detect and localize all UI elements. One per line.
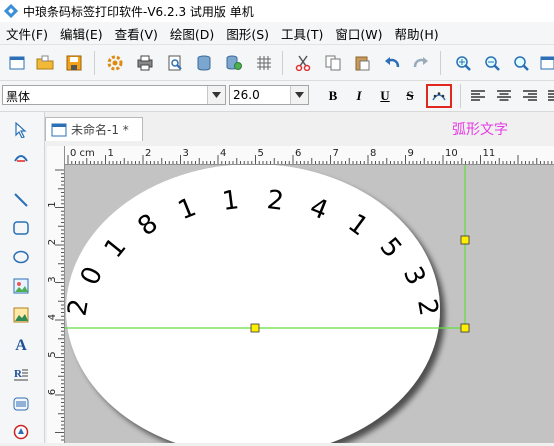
zoom-page-icon[interactable]	[537, 52, 554, 74]
ruler-label: 9	[408, 148, 414, 159]
menu-draw[interactable]: 绘图(D)	[164, 24, 220, 43]
app-logo-icon	[4, 4, 18, 18]
ruler-label: 7	[333, 148, 339, 159]
pan-icon[interactable]	[9, 146, 33, 170]
copy-icon[interactable]	[322, 52, 344, 74]
text-tool-icon[interactable]: A	[9, 334, 33, 358]
new-icon[interactable]	[6, 52, 28, 74]
resize-handle[interactable]	[460, 235, 470, 245]
resize-handle[interactable]	[460, 323, 470, 333]
cut-icon[interactable]	[292, 52, 314, 74]
tab-document[interactable]: 未命名-1 *	[45, 117, 143, 141]
tool-palette: A R	[0, 112, 45, 443]
menu-shape[interactable]: 图形(S)	[220, 24, 275, 43]
menu-view[interactable]: 查看(V)	[109, 24, 164, 43]
ellipse-tool-icon[interactable]	[9, 245, 33, 269]
pointer-icon[interactable]	[9, 118, 33, 142]
chevron-down-icon[interactable]	[290, 86, 308, 104]
ruler-label: 10	[445, 148, 458, 159]
design-canvas[interactable]: 201811241532	[65, 165, 554, 443]
ruler-label: 2	[145, 148, 151, 159]
print-preview-icon[interactable]	[164, 52, 186, 74]
title-bar: 中琅条码标签打印软件-V6.2.3 试用版 单机	[0, 0, 554, 22]
label-ellipse[interactable]	[66, 165, 440, 443]
font-size-value: 26.0	[233, 88, 260, 102]
zoom-in-icon[interactable]	[452, 52, 474, 74]
ruler-label: 4	[47, 314, 58, 320]
align-right-icon[interactable]	[520, 86, 540, 106]
line-tool-icon[interactable]	[9, 188, 33, 212]
svg-text:R: R	[14, 368, 23, 380]
main-toolbar	[0, 45, 554, 81]
save-icon[interactable]	[63, 52, 85, 74]
print-icon[interactable]	[134, 52, 156, 74]
ruler-label: 5	[47, 351, 58, 357]
menu-bar: 文件(F) 编辑(E) 查看(V) 绘图(D) 图形(S) 工具(T) 窗口(W…	[0, 22, 554, 45]
settings-icon[interactable]	[104, 52, 126, 74]
open-icon[interactable]	[34, 52, 56, 74]
align-center-icon[interactable]	[494, 86, 514, 106]
menu-window[interactable]: 窗口(W)	[329, 24, 388, 43]
database-icon[interactable]	[193, 52, 215, 74]
resize-handle[interactable]	[250, 323, 260, 333]
undo-icon[interactable]	[381, 52, 403, 74]
rectangle-tool-icon[interactable]	[9, 216, 33, 240]
ruler-label: 5	[258, 148, 264, 159]
arc-text-label: 弧形文字	[452, 122, 508, 138]
ruler-label: 2	[47, 239, 58, 245]
image-tool-icon[interactable]	[9, 274, 33, 298]
zoom-fit-icon[interactable]	[510, 52, 532, 74]
menu-file[interactable]: 文件(F)	[0, 24, 54, 43]
chevron-down-icon[interactable]	[207, 86, 225, 104]
align-justify-icon[interactable]	[543, 86, 554, 106]
ruler-label: 4	[220, 148, 226, 159]
window-title: 中琅条码标签打印软件-V6.2.3 试用版 单机	[23, 4, 254, 19]
font-family-select[interactable]: 黑体	[2, 85, 226, 105]
ruler-label: 1	[108, 148, 114, 159]
ruler-label: 3	[47, 276, 58, 282]
paste-icon[interactable]	[351, 52, 373, 74]
qrcode-tool-icon[interactable]	[9, 420, 33, 444]
vertical-ruler: 1 2 3 4 5 6	[47, 146, 65, 443]
ruler-label: 1	[47, 201, 58, 207]
italic-button[interactable]: I	[349, 86, 369, 106]
format-toolbar: 黑体 26.0 B I U S	[0, 81, 554, 112]
font-family-value: 黑体	[6, 90, 31, 104]
ruler-label: 6	[47, 389, 58, 395]
ruler-label: 6	[295, 148, 301, 159]
bold-button[interactable]: B	[323, 86, 343, 106]
document-icon	[51, 123, 67, 136]
ruler-label: 8	[370, 148, 376, 159]
menu-edit[interactable]: 编辑(E)	[54, 24, 109, 43]
grid-icon[interactable]	[253, 52, 275, 74]
underline-button[interactable]: U	[375, 86, 395, 106]
font-size-select[interactable]: 26.0	[229, 85, 309, 105]
rich-text-tool-icon[interactable]: R	[9, 362, 33, 386]
ruler-label: 3	[183, 148, 189, 159]
ruler-label: 0 cm	[70, 148, 95, 159]
strikethrough-button[interactable]: S	[400, 86, 420, 106]
zoom-out-icon[interactable]	[481, 52, 503, 74]
ruler-label: 11	[483, 148, 496, 159]
arc-text-button[interactable]	[426, 84, 452, 108]
picture-tool-icon[interactable]	[9, 303, 33, 327]
barcode-tool-icon[interactable]	[9, 392, 33, 416]
align-left-icon[interactable]	[468, 86, 488, 106]
horizontal-ruler: 0 cm 1 2 3 4 5 6 7 8 9 10 11	[64, 146, 554, 165]
tab-document-label: 未命名-1 *	[71, 123, 129, 137]
database-settings-icon[interactable]	[223, 52, 245, 74]
redo-icon[interactable]	[410, 52, 432, 74]
menu-tools[interactable]: 工具(T)	[275, 24, 329, 43]
menu-help[interactable]: 帮助(H)	[389, 24, 445, 43]
arc-text-icon	[432, 92, 446, 101]
